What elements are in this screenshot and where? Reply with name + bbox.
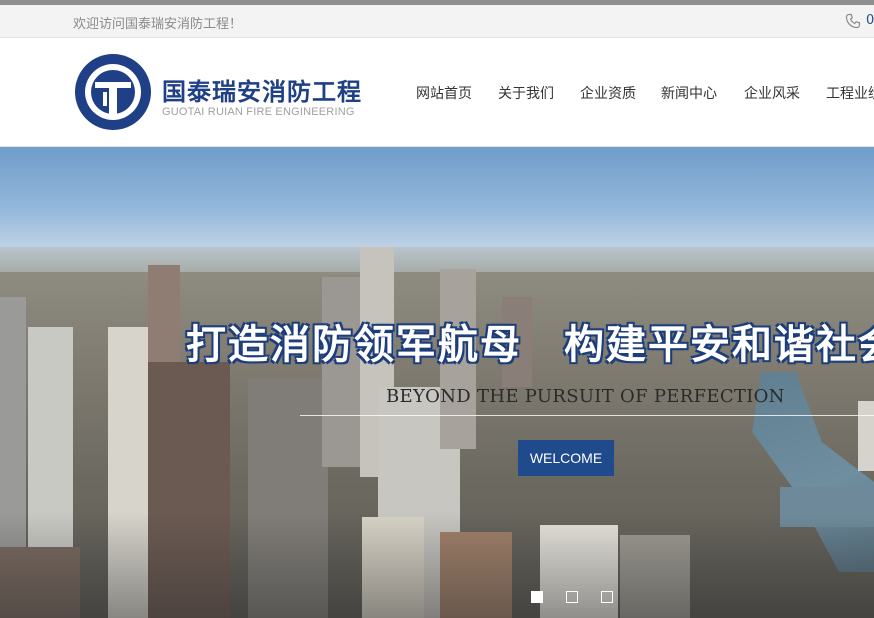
- building: [858, 401, 874, 471]
- slider-dot-3[interactable]: [601, 591, 613, 603]
- phone-number[interactable]: 0: [866, 13, 874, 28]
- banner-sky: [0, 147, 874, 257]
- nav-item-about[interactable]: 关于我们: [498, 83, 554, 103]
- building: [322, 277, 360, 467]
- slider-pagination: [0, 591, 874, 607]
- nav-item-home[interactable]: 网站首页: [416, 83, 472, 103]
- banner-horizon: [0, 247, 874, 275]
- banner-subtitle: BEYOND THE PURSUIT OF PERFECTION: [386, 386, 785, 407]
- welcome-text: 欢迎访问国泰瑞安消防工程！: [73, 17, 243, 32]
- hero-banner[interactable]: 打造消防领军航母 构建平安和谐社会 BEYOND THE PURSUIT OF …: [0, 147, 874, 618]
- phone-icon: [845, 13, 861, 29]
- nav-item-projects[interactable]: 工程业绩: [826, 83, 874, 103]
- nav-item-qualifications[interactable]: 企业资质: [580, 83, 636, 103]
- slider-dot-2[interactable]: [566, 591, 578, 603]
- header: 国泰瑞安消防工程 GUOTAI RUIAN FIRE ENGINEERING 网…: [0, 38, 874, 147]
- welcome-bar: 欢迎访问国泰瑞安消防工程！ 0: [0, 5, 874, 38]
- nav-item-news[interactable]: 新闻中心: [661, 83, 717, 103]
- banner-headline: 打造消防领军航母 构建平安和谐社会: [186, 322, 874, 368]
- banner-divider: [300, 415, 874, 416]
- nav-item-style[interactable]: 企业风采: [744, 83, 800, 103]
- welcome-button[interactable]: WELCOME: [518, 440, 614, 476]
- slider-dot-1[interactable]: [531, 591, 543, 603]
- logo-subtitle: GUOTAI RUIAN FIRE ENGINEERING: [162, 106, 355, 118]
- main-nav: 网站首页 关于我们 企业资质 新闻中心 企业风采 工程业绩: [0, 83, 874, 103]
